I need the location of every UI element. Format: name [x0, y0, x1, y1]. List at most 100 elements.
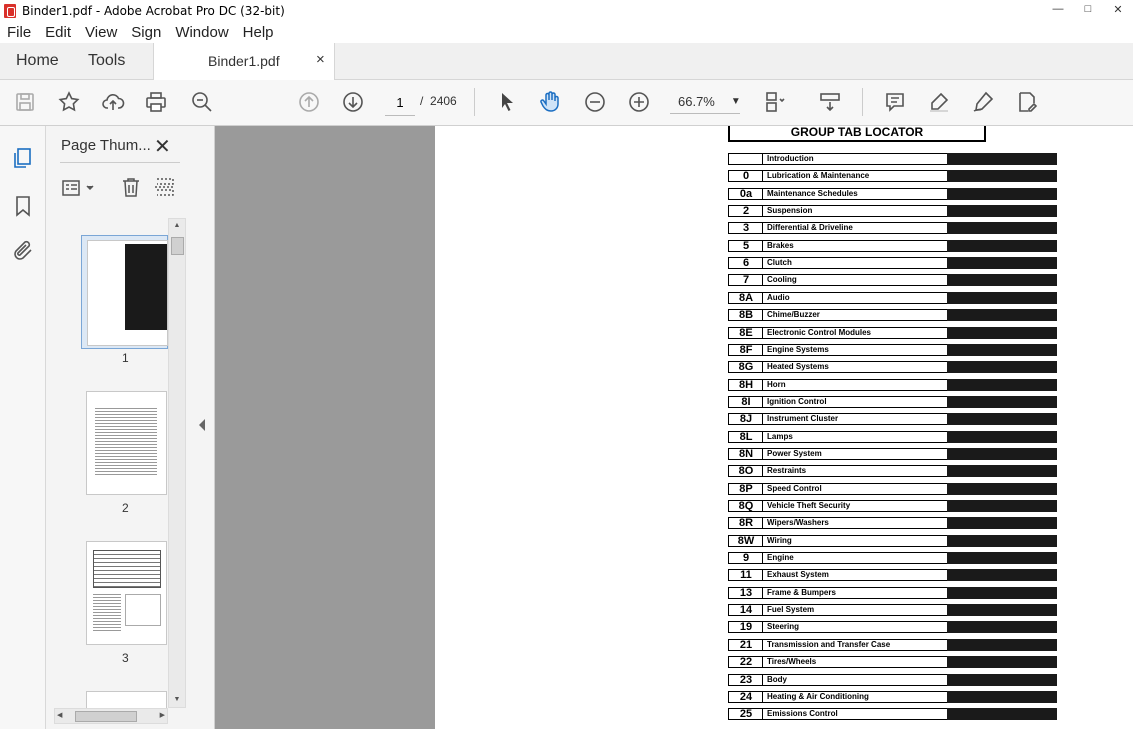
page-display-icon[interactable] — [762, 90, 788, 114]
tab-close-icon[interactable]: × — [316, 51, 325, 68]
thumbnail-page-2[interactable] — [86, 391, 167, 495]
close-panel-icon[interactable]: ✕ — [154, 134, 171, 159]
locator-row[interactable]: 8F Engine Systems — [728, 343, 1057, 356]
thumbnail-page-1 — [87, 240, 168, 346]
delete-page-icon[interactable] — [120, 176, 142, 198]
hand-tool-icon[interactable] — [537, 90, 563, 114]
thumbnail-2-text-lines — [95, 406, 157, 476]
attachments-paperclip-icon[interactable] — [11, 239, 35, 263]
tab-home[interactable]: Home — [16, 43, 59, 79]
locator-row[interactable]: 0a Maintenance Schedules — [728, 187, 1057, 200]
locator-row[interactable]: 8W Wiring — [728, 534, 1057, 547]
locator-group-number: 8O — [728, 465, 763, 478]
locator-row[interactable]: 11 Exhaust System — [728, 569, 1057, 582]
zoom-search-icon[interactable] — [189, 90, 215, 114]
tab-tools[interactable]: Tools — [88, 43, 125, 79]
page-thumbnails-icon[interactable] — [11, 146, 35, 170]
menu-help[interactable]: Help — [236, 24, 281, 41]
comment-icon[interactable] — [882, 90, 908, 114]
tab-document[interactable]: Binder1.pdf × — [153, 43, 335, 80]
locator-row[interactable]: 2 Suspension — [728, 205, 1057, 218]
document-viewer[interactable]: GROUP TAB LOCATOR Introduction 0 Lubricati… — [199, 126, 1133, 729]
locator-tab-block — [947, 465, 1057, 478]
locator-row[interactable]: 8L Lamps — [728, 430, 1057, 443]
locator-tab-block — [947, 690, 1057, 703]
locator-row[interactable]: 8N Power System — [728, 447, 1057, 460]
locator-row[interactable]: 6 Clutch — [728, 257, 1057, 270]
locator-row[interactable]: 8B Chime/Buzzer — [728, 309, 1057, 322]
locator-tab-block — [947, 586, 1057, 599]
previous-page-icon[interactable] — [296, 90, 322, 114]
locator-group-label: Transmission and Transfer Case — [762, 638, 952, 651]
zoom-out-icon[interactable] — [582, 90, 608, 114]
locator-row[interactable]: 8O Restraints — [728, 465, 1057, 478]
select-cursor-icon[interactable] — [494, 90, 520, 114]
print-icon[interactable] — [143, 90, 169, 114]
locator-row[interactable]: 8A Audio — [728, 291, 1057, 304]
horizontal-scrollbar-thumb[interactable] — [75, 711, 137, 722]
locator-row[interactable]: 22 Tires/Wheels — [728, 656, 1057, 669]
menu-sign[interactable]: Sign — [124, 24, 168, 41]
menu-view[interactable]: View — [78, 24, 124, 41]
locator-row[interactable]: 14 Fuel System — [728, 604, 1057, 617]
locator-row[interactable]: 21 Transmission and Transfer Case — [728, 638, 1057, 651]
menu-window[interactable]: Window — [168, 24, 235, 41]
save-icon[interactable] — [12, 90, 38, 114]
page-number-input[interactable] — [385, 89, 415, 116]
scroll-up-icon[interactable]: ▲ — [169, 219, 185, 233]
locator-row[interactable]: Introduction — [728, 153, 1057, 165]
thumbnail-page-1-selected[interactable] — [81, 235, 168, 349]
locator-tab-block — [947, 708, 1057, 721]
locator-tab-block — [947, 482, 1057, 495]
collapse-panel-icon[interactable] — [199, 419, 205, 431]
locator-row[interactable]: 7 Cooling — [728, 274, 1057, 287]
locator-row[interactable]: 8E Electronic Control Modules — [728, 326, 1057, 339]
scroll-left-icon[interactable]: ◀ — [57, 709, 62, 723]
locator-row[interactable]: 3 Differential & Driveline — [728, 222, 1057, 235]
locator-row[interactable]: 8P Speed Control — [728, 482, 1057, 495]
maximize-icon[interactable]: □ — [1073, 0, 1103, 18]
highlight-pen-icon[interactable] — [926, 90, 952, 114]
locator-row[interactable]: 9 Engine — [728, 552, 1057, 565]
thumbnail-options-icon[interactable] — [61, 178, 101, 198]
locator-row[interactable]: 5 Brakes — [728, 239, 1057, 252]
zoom-level-dropdown[interactable]: 66.7% ▼ — [670, 89, 741, 114]
next-page-icon[interactable] — [340, 90, 366, 114]
scroll-down-icon[interactable]: ▼ — [169, 693, 185, 707]
locator-row[interactable]: 8R Wipers/Washers — [728, 517, 1057, 530]
zoom-in-icon[interactable] — [626, 90, 652, 114]
menu-file[interactable]: File — [0, 24, 38, 41]
locator-tab-block — [947, 621, 1057, 634]
panel-divider — [60, 162, 180, 163]
minimize-icon[interactable]: — — [1043, 0, 1073, 18]
edit-pdf-icon[interactable] — [1014, 90, 1040, 114]
locator-group-label: Differential & Driveline — [762, 222, 952, 235]
scrollbar-thumb[interactable] — [171, 237, 184, 255]
scroll-mode-icon[interactable] — [817, 90, 843, 114]
locator-row[interactable]: 13 Frame & Bumpers — [728, 586, 1057, 599]
locator-row[interactable]: 19 Steering — [728, 621, 1057, 634]
locator-row[interactable]: 25 Emissions Control — [728, 708, 1057, 721]
locator-row[interactable]: 8I Ignition Control — [728, 395, 1057, 408]
locator-row[interactable]: 8G Heated Systems — [728, 361, 1057, 374]
thumbnail-scrollbar[interactable]: ▲ ▼ — [168, 218, 186, 708]
page-extract-icon[interactable] — [154, 176, 176, 198]
window-title: Binder1.pdf - Adobe Acrobat Pro DC (32-b… — [22, 4, 285, 18]
thumbnail-page-3[interactable] — [86, 541, 167, 645]
locator-group-number: 8F — [728, 343, 763, 356]
menu-edit[interactable]: Edit — [38, 24, 78, 41]
locator-row[interactable]: 23 Body — [728, 673, 1057, 686]
upload-cloud-icon[interactable] — [100, 90, 126, 114]
panel-title: Page Thum... — [61, 137, 151, 154]
locator-row[interactable]: 0 Lubrication & Maintenance — [728, 170, 1057, 183]
locator-row[interactable]: 8H Horn — [728, 378, 1057, 391]
sign-pen-icon[interactable] — [970, 90, 996, 114]
locator-row[interactable]: 8J Instrument Cluster — [728, 413, 1057, 426]
bookmark-star-icon[interactable] — [56, 90, 82, 114]
scroll-right-icon[interactable]: ▶ — [160, 709, 165, 723]
locator-row[interactable]: 8Q Vehicle Theft Security — [728, 500, 1057, 512]
locator-row[interactable]: 24 Heating & Air Conditioning — [728, 690, 1057, 703]
thumbnail-horizontal-scrollbar[interactable]: ◀ ▶ — [54, 708, 168, 724]
close-window-icon[interactable]: ✕ — [1103, 0, 1133, 18]
bookmarks-icon[interactable] — [11, 194, 35, 218]
